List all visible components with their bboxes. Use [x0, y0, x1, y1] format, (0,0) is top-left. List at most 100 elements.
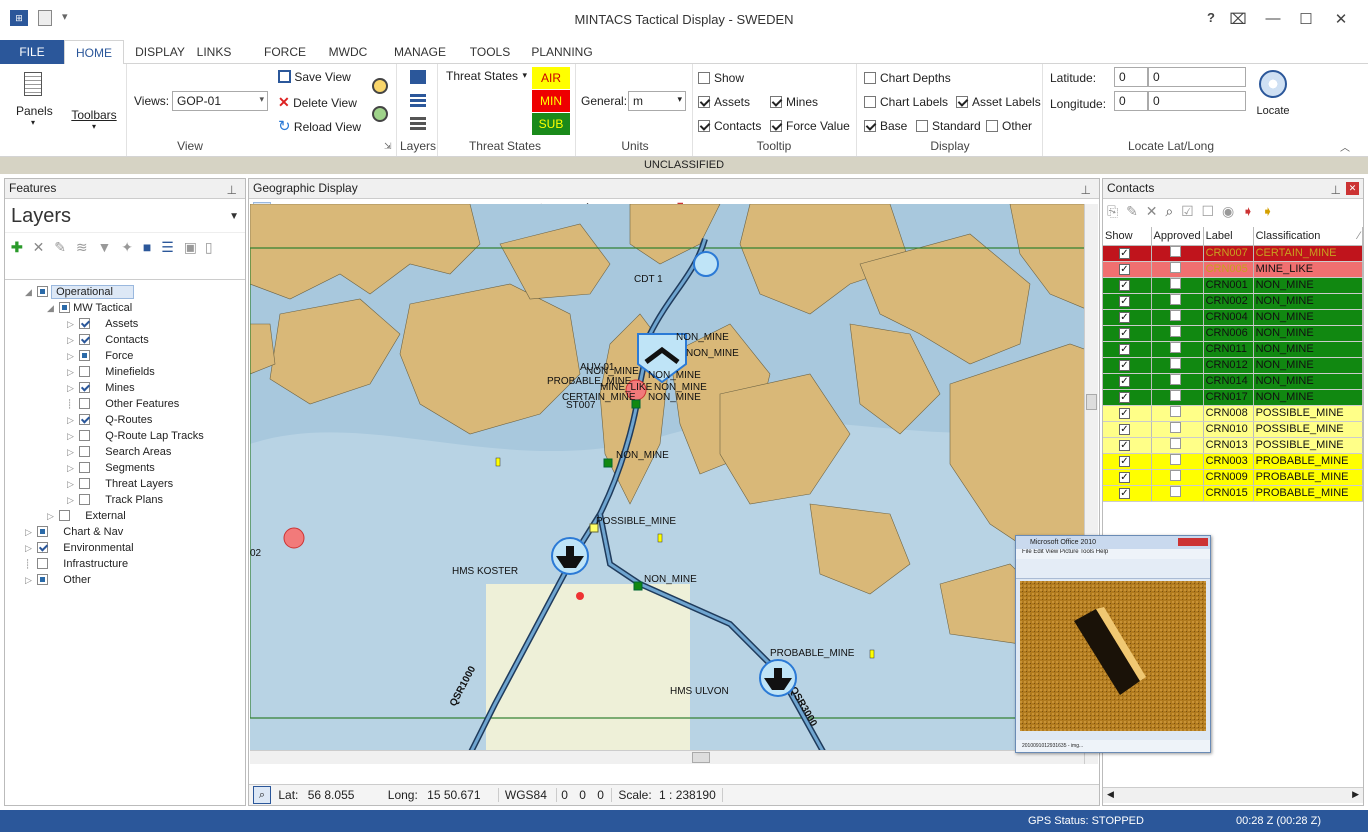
approved-cell[interactable]: [1151, 389, 1204, 406]
approved-cell[interactable]: [1151, 325, 1204, 342]
dialog-launcher-icon[interactable]: ⇲: [384, 141, 392, 152]
layer-stack-icon[interactable]: ☰: [161, 239, 174, 255]
checkbox[interactable]: [37, 542, 48, 553]
checkbox[interactable]: [770, 120, 782, 132]
approved-checkbox[interactable]: [1169, 294, 1181, 305]
tree-item-other-features[interactable]: ┊ Other Features: [5, 396, 245, 412]
show-cell[interactable]: ✓: [1103, 421, 1152, 438]
contact-row[interactable]: ✓ CRN001 NON_MINE: [1103, 277, 1364, 294]
edit-contact-icon[interactable]: ✎: [1126, 203, 1138, 219]
show-checkbox[interactable]: ✓: [1119, 248, 1130, 259]
threat-sub-badge[interactable]: SUB: [532, 113, 570, 135]
tree-item-external[interactable]: ▷ External: [5, 508, 245, 524]
buoy-marker[interactable]: [495, 457, 501, 467]
contact-row[interactable]: ✓ CRN011 NON_MINE: [1103, 341, 1364, 358]
show-checkbox[interactable]: ✓: [1119, 424, 1130, 435]
checkbox[interactable]: [698, 96, 710, 108]
show-checkbox[interactable]: ✓: [1119, 328, 1130, 339]
approved-cell[interactable]: [1151, 373, 1204, 390]
contact-row[interactable]: ✓ CRN005 MINE_LIKE: [1103, 261, 1364, 278]
contact-row[interactable]: ✓ CRN007 CERTAIN_MINE: [1103, 245, 1364, 262]
approved-cell[interactable]: [1151, 437, 1204, 454]
help-button[interactable]: ?: [1200, 10, 1222, 25]
picture-viewer-window[interactable]: Microsoft Office 2010 File Edit View Pic…: [1015, 535, 1211, 753]
pin-icon[interactable]: ⊥: [1081, 181, 1091, 200]
show-checkbox[interactable]: ✓: [1119, 392, 1130, 403]
collapse-icon[interactable]: ◢: [47, 300, 59, 316]
approved-checkbox[interactable]: [1169, 470, 1181, 481]
export-red-icon[interactable]: ➧: [1242, 203, 1254, 219]
approved-checkbox[interactable]: [1169, 454, 1181, 465]
tooltip-show-checkbox[interactable]: Show: [698, 71, 744, 85]
reload-view-button[interactable]: ↻ Reload View: [278, 117, 361, 135]
contact-row[interactable]: ✓ CRN010 POSSIBLE_MINE: [1103, 421, 1364, 438]
expand-icon[interactable]: ▷: [67, 444, 79, 460]
unapprove-icon[interactable]: ☐: [1202, 203, 1215, 219]
approved-checkbox[interactable]: [1169, 342, 1181, 353]
expand-icon[interactable]: ▷: [25, 572, 37, 588]
checkbox[interactable]: [37, 574, 48, 585]
expand-icon[interactable]: ▷: [25, 540, 37, 556]
checkbox[interactable]: [79, 350, 90, 361]
show-cell[interactable]: ✓: [1103, 373, 1152, 390]
tree-item-minefields[interactable]: ▷ Minefields: [5, 364, 245, 380]
tab-home[interactable]: HOME: [64, 40, 124, 65]
layers-icon-2[interactable]: [410, 94, 426, 108]
globe-refresh-icon[interactable]: [372, 106, 388, 122]
copy-icon[interactable]: ⎘: [1107, 203, 1118, 219]
tab-force[interactable]: FORCE: [262, 40, 308, 65]
tab-file[interactable]: FILE: [0, 40, 64, 65]
show-checkbox[interactable]: ✓: [1119, 312, 1130, 323]
layer-front-icon[interactable]: ■: [143, 239, 151, 255]
delete-contact-icon[interactable]: ✕: [1146, 203, 1158, 219]
minimize-button[interactable]: —: [1262, 10, 1284, 27]
approved-checkbox[interactable]: [1169, 406, 1181, 417]
show-checkbox[interactable]: ✓: [1119, 488, 1130, 499]
approved-checkbox[interactable]: [1169, 438, 1181, 449]
approved-cell[interactable]: [1151, 421, 1204, 438]
checkbox[interactable]: [37, 526, 48, 537]
approved-checkbox[interactable]: [1169, 486, 1181, 497]
restore-icon[interactable]: ⌧: [1227, 10, 1249, 28]
checkbox[interactable]: [79, 382, 90, 393]
chart-labels-checkbox[interactable]: Chart Labels: [864, 95, 948, 109]
expand-icon[interactable]: ▷: [67, 316, 79, 332]
col-classification[interactable]: Classification ⁄: [1253, 227, 1364, 246]
contact-row[interactable]: ✓ CRN003 PROBABLE_MINE: [1103, 453, 1364, 470]
checkbox[interactable]: [79, 318, 90, 329]
col-show[interactable]: Show: [1103, 227, 1152, 246]
scroll-thumb[interactable]: [692, 752, 710, 763]
show-checkbox[interactable]: ✓: [1119, 344, 1130, 355]
tree-item-operational[interactable]: ◢ Operational: [5, 284, 245, 300]
threat-states-select[interactable]: Threat States ▾: [442, 67, 530, 87]
layer-properties-icon[interactable]: ▣: [184, 239, 197, 255]
classify-icon[interactable]: ◉: [1222, 203, 1234, 219]
contacts-horizontal-scrollbar[interactable]: ◀ ▶: [1103, 787, 1363, 803]
threat-air-badge[interactable]: AIR: [532, 67, 570, 89]
contact-row[interactable]: ✓ CRN012 NON_MINE: [1103, 357, 1364, 374]
contact-row[interactable]: ✓ CRN014 NON_MINE: [1103, 373, 1364, 390]
checkbox[interactable]: [864, 96, 876, 108]
show-cell[interactable]: ✓: [1103, 325, 1152, 342]
show-cell[interactable]: ✓: [1103, 245, 1152, 262]
tree-item-mw-tactical[interactable]: ◢ MW Tactical: [5, 300, 245, 316]
general-units-select[interactable]: m ▾: [628, 91, 686, 111]
expand-icon[interactable]: ▷: [67, 492, 79, 508]
checkbox[interactable]: [37, 286, 48, 297]
checkbox[interactable]: [956, 96, 968, 108]
show-cell[interactable]: ✓: [1103, 389, 1152, 406]
lat-minutes-input[interactable]: 0: [1148, 67, 1246, 87]
views-select[interactable]: GOP-01 ▾: [172, 91, 268, 111]
show-cell[interactable]: ✓: [1103, 405, 1152, 422]
tree-item-mines[interactable]: ▷ Mines: [5, 380, 245, 396]
show-cell[interactable]: ✓: [1103, 437, 1152, 454]
approved-cell[interactable]: [1151, 261, 1204, 278]
window-controls-icon[interactable]: [1178, 538, 1208, 546]
layers-icon-3[interactable]: [410, 117, 426, 131]
scroll-thumb[interactable]: [1086, 394, 1097, 410]
chart-map[interactable]: QSR1000 QSR3000 CDT 1 AUV-01 ST007 HMS K…: [250, 204, 1098, 764]
approved-checkbox[interactable]: [1169, 246, 1181, 257]
checkbox[interactable]: [79, 430, 90, 441]
picture-viewer-menu[interactable]: File Edit View Picture Tools Help: [1016, 549, 1210, 559]
tree-item-search-areas[interactable]: ▷ Search Areas: [5, 444, 245, 460]
